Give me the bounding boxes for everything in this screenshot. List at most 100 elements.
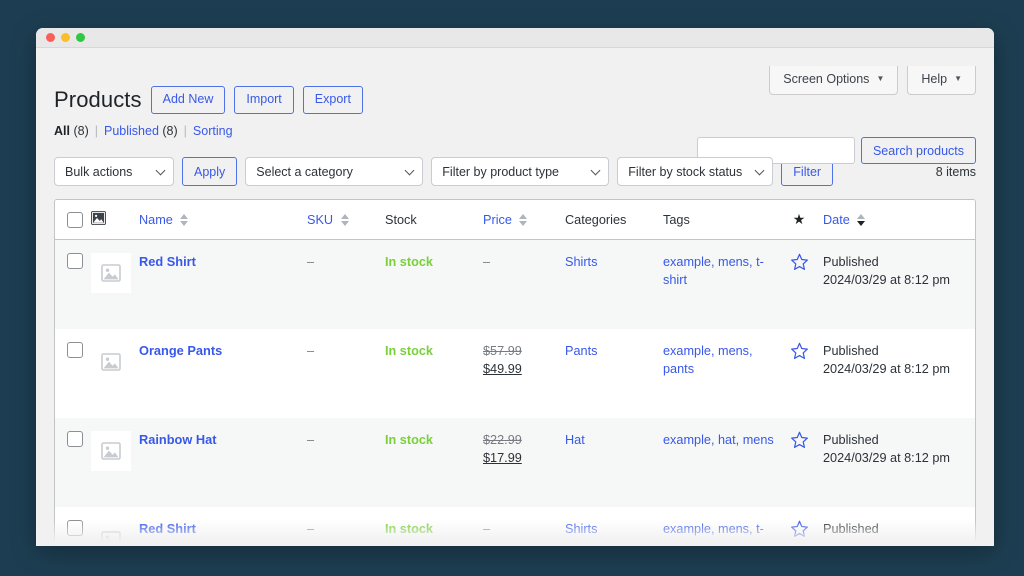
- row-categories-cell: Hat: [565, 417, 663, 507]
- sort-ascending-icon: [180, 214, 189, 220]
- sort-by-price[interactable]: Price: [483, 213, 512, 227]
- add-new-button[interactable]: Add New: [150, 86, 226, 114]
- row-sku-cell: –: [307, 329, 385, 418]
- row-name-cell: Red Shirt: [139, 239, 307, 329]
- row-price-cell: $57.99 $49.99: [483, 329, 565, 418]
- view-link-all[interactable]: All: [54, 124, 70, 138]
- featured-star-icon[interactable]: [790, 431, 809, 452]
- column-header-price: Price: [483, 200, 565, 240]
- stock-status-select[interactable]: Filter by stock status: [617, 157, 774, 186]
- date-value: 2024/03/29 at 8:12 pm: [823, 450, 950, 465]
- price-empty: –: [483, 255, 491, 269]
- sort-by-name[interactable]: Name: [139, 213, 173, 227]
- row-tags-cell: example, mens, t-shirt: [663, 507, 775, 547]
- row-select-checkbox[interactable]: [67, 341, 83, 358]
- table-row[interactable]: Rainbow Hat – In stock $22.99 $17.99 Hat examp…: [55, 417, 975, 507]
- chevron-down-icon: [590, 165, 601, 175]
- export-button[interactable]: Export: [302, 86, 363, 114]
- row-tags-cell: example, mens, t-shirt: [663, 239, 775, 329]
- select-all-checkbox[interactable]: [67, 211, 83, 228]
- column-header-thumbnail: [91, 200, 139, 240]
- screen-options-button[interactable]: Screen Options ▼: [769, 66, 899, 95]
- search-products-button[interactable]: Search products: [860, 137, 976, 164]
- category-link[interactable]: Pants: [565, 344, 597, 358]
- stock-status-badge: In stock: [385, 255, 433, 269]
- category-select[interactable]: Select a category: [245, 157, 424, 186]
- date-value: 2024/03/29 at 8:10 pm: [823, 540, 950, 546]
- view-link-sorting[interactable]: Sorting: [193, 124, 233, 138]
- row-date-cell: Published 2024/03/29 at 8:12 pm: [823, 329, 975, 418]
- sort-arrows-sku[interactable]: [340, 214, 349, 227]
- row-stock-cell: In stock: [385, 239, 483, 329]
- row-featured-cell: [775, 329, 823, 418]
- row-date-cell: Published 2024/03/29 at 8:12 pm: [823, 239, 975, 329]
- product-sku: –: [307, 432, 315, 447]
- regular-price: $22.99: [483, 432, 522, 447]
- close-window-button[interactable]: [46, 33, 55, 42]
- category-link[interactable]: Shirts: [565, 255, 597, 269]
- row-sku-cell: –: [307, 507, 385, 547]
- stock-status-badge: In stock: [385, 521, 433, 536]
- date-status: Published: [823, 432, 879, 447]
- sort-by-date[interactable]: Date: [823, 213, 850, 227]
- sort-arrows-name[interactable]: [180, 214, 189, 227]
- sort-descending-icon: [519, 221, 528, 227]
- table-row[interactable]: Orange Pants – In stock $57.99 $49.99 Pants ex…: [55, 329, 975, 418]
- row-stock-cell: In stock: [385, 417, 483, 507]
- row-select-checkbox[interactable]: [67, 519, 83, 536]
- bulk-actions-select[interactable]: Bulk actions: [54, 157, 174, 186]
- minimize-window-button[interactable]: [61, 33, 70, 42]
- table-row[interactable]: Red Shirt – In stock – Shirts example, mens, …: [55, 507, 975, 547]
- apply-button[interactable]: Apply: [182, 157, 238, 186]
- featured-star-icon[interactable]: [790, 520, 809, 541]
- product-name-link[interactable]: Orange Pants: [139, 343, 222, 358]
- row-featured-cell: [775, 239, 823, 329]
- sale-price: $49.99: [483, 361, 522, 376]
- chevron-down-icon: [754, 165, 765, 175]
- screen-meta-links: Screen Options ▼ Help ▼: [769, 66, 976, 95]
- view-count-all: (8): [73, 124, 89, 138]
- row-sku-cell: –: [307, 239, 385, 329]
- product-name-link[interactable]: Rainbow Hat: [139, 432, 217, 447]
- category-link[interactable]: Hat: [565, 433, 585, 447]
- page-title: Products: [54, 87, 142, 112]
- column-header-name: Name: [139, 200, 307, 240]
- row-checkbox-cell: [55, 507, 91, 547]
- sort-arrows-date[interactable]: [857, 214, 866, 227]
- sort-by-sku[interactable]: SKU: [307, 213, 333, 227]
- tags-links[interactable]: example, mens, t-shirt: [663, 522, 764, 547]
- featured-star-icon[interactable]: [790, 342, 809, 363]
- import-button[interactable]: Import: [234, 86, 294, 114]
- row-select-checkbox[interactable]: [67, 253, 83, 269]
- tags-links[interactable]: example, mens, pants: [663, 344, 753, 376]
- row-checkbox-cell: [55, 329, 91, 418]
- stock-status-badge: In stock: [385, 432, 433, 447]
- table-row[interactable]: Red Shirt – In stock – Shirts example, mens, …: [55, 239, 975, 329]
- items-count: 8 items: [935, 164, 976, 179]
- featured-star-icon[interactable]: [790, 253, 809, 274]
- products-table-body: Red Shirt – In stock – Shirts example, mens, …: [55, 239, 975, 547]
- sort-arrows-price[interactable]: [519, 214, 528, 227]
- help-button[interactable]: Help ▼: [907, 66, 976, 95]
- maximize-window-button[interactable]: [76, 33, 85, 42]
- stock-status-label: Filter by stock status: [628, 164, 743, 179]
- category-link[interactable]: Shirts: [565, 522, 597, 536]
- sort-ascending-icon: [857, 214, 866, 220]
- product-sku: –: [307, 255, 315, 269]
- tags-links[interactable]: example, hat, mens: [663, 433, 774, 447]
- product-name-link[interactable]: Red Shirt: [139, 254, 196, 269]
- row-name-cell: Rainbow Hat: [139, 417, 307, 507]
- row-categories-cell: Pants: [565, 329, 663, 418]
- row-date-cell: Published 2024/03/29 at 8:10 pm: [823, 507, 975, 547]
- row-checkbox-cell: [55, 239, 91, 329]
- product-thumbnail-placeholder-icon: [91, 520, 131, 546]
- date-status: Published: [823, 343, 879, 358]
- sort-ascending-icon: [340, 214, 349, 220]
- product-type-select[interactable]: Filter by product type: [431, 157, 610, 186]
- row-select-checkbox[interactable]: [67, 430, 83, 447]
- view-link-published[interactable]: Published: [104, 124, 159, 138]
- product-name-link[interactable]: Red Shirt: [139, 521, 196, 536]
- views-filter-links: All (8) | Published (8) | Sorting: [54, 124, 976, 138]
- tags-links[interactable]: example, mens, t-shirt: [663, 255, 764, 287]
- row-name-cell: Red Shirt: [139, 507, 307, 547]
